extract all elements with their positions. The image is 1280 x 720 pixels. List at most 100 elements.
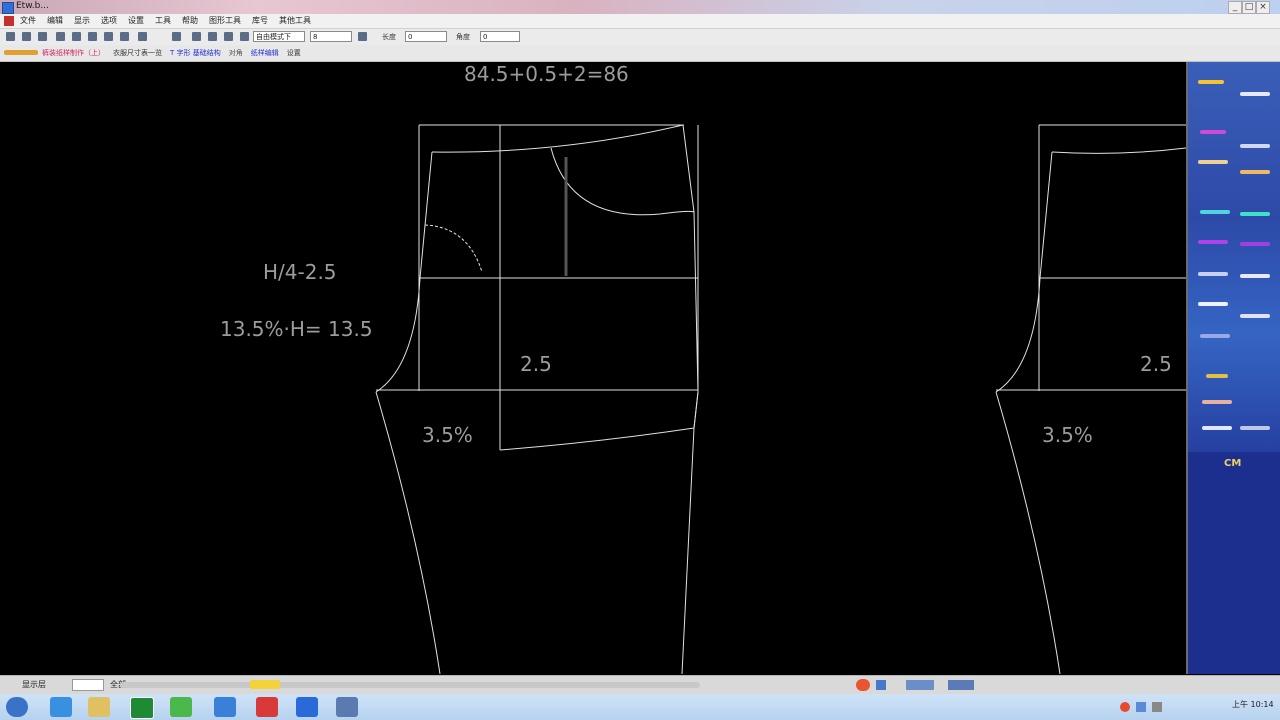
toolbar: 自由模式下 8 长度 0 角度 0 xyxy=(0,29,1280,46)
move-icon[interactable] xyxy=(192,32,201,41)
line-icon[interactable] xyxy=(208,32,217,41)
layer-label: 显示层 xyxy=(22,680,46,689)
layer-select[interactable] xyxy=(72,679,104,691)
tool-fold[interactable] xyxy=(1240,212,1270,216)
taskbar-folder-icon[interactable] xyxy=(88,697,110,717)
menu-edit[interactable]: 编辑 xyxy=(47,15,63,26)
clock[interactable]: 上午 10:14 xyxy=(1232,699,1274,710)
tool-seam[interactable] xyxy=(1206,374,1228,378)
measure-icon[interactable] xyxy=(240,32,249,41)
horizontal-scrollbar[interactable] xyxy=(120,682,700,688)
menu-settings[interactable]: 设置 xyxy=(128,15,144,26)
tool-offset[interactable] xyxy=(1198,272,1228,276)
tool-grain[interactable] xyxy=(1200,334,1230,338)
scroll-thumb[interactable] xyxy=(250,680,280,689)
width-input[interactable]: 0 xyxy=(405,31,447,42)
drawing-canvas[interactable]: 84.5+0.5+2=86 H/4-2.5 13.5%·H= 13.5 2.5 … xyxy=(0,62,1186,674)
pan-icon[interactable] xyxy=(104,32,113,41)
tool-rotate[interactable] xyxy=(1198,240,1228,244)
menu-file[interactable]: 文件 xyxy=(20,15,36,26)
taskbar-green-app-icon[interactable] xyxy=(170,697,192,717)
tab-strip: 裤装纸样制作（上） 衣服尺寸表一览 T 字形 基础结构 对角 纸样编辑 设置 xyxy=(0,45,1280,107)
taskbar-ie-icon[interactable] xyxy=(50,697,72,717)
taskbar-blue-app-icon[interactable] xyxy=(296,697,318,717)
hip-formula-label: H/4-2.5 xyxy=(263,260,337,284)
point-icon[interactable] xyxy=(224,32,233,41)
outseam-right xyxy=(681,391,699,674)
knee-curve xyxy=(499,391,699,451)
tool-rect[interactable] xyxy=(1240,144,1270,148)
dim-35-label: 3.5% xyxy=(422,423,473,447)
zoom-input[interactable]: 8 xyxy=(310,31,352,42)
mode-select[interactable]: 自由模式下 xyxy=(253,31,305,42)
start-icon[interactable] xyxy=(6,697,28,717)
app-icon xyxy=(2,2,14,14)
menu-library[interactable]: 库号 xyxy=(252,15,268,26)
tool-curve[interactable] xyxy=(1240,92,1270,96)
tool-label[interactable] xyxy=(1240,314,1270,318)
unit-label[interactable]: CM xyxy=(1224,458,1241,469)
angle-input[interactable]: 0 xyxy=(480,31,520,42)
maximize-button[interactable]: □ xyxy=(1242,1,1256,14)
taskbar-window-icon[interactable] xyxy=(336,697,358,717)
tab-t-structure[interactable]: T 字形 基础结构 xyxy=(170,48,221,58)
tool-arc[interactable] xyxy=(1200,130,1226,134)
tab-size-table[interactable]: 衣服尺寸表一览 xyxy=(113,48,162,58)
tray-icon[interactable] xyxy=(1120,702,1130,712)
minimize-button[interactable]: _ xyxy=(1228,1,1242,14)
tool-dart[interactable] xyxy=(1240,170,1270,174)
menu-tools[interactable]: 工具 xyxy=(155,15,171,26)
dim-25-label: 2.5 xyxy=(520,352,552,376)
tool-export[interactable] xyxy=(1240,426,1270,430)
tray-network-icon[interactable] xyxy=(1136,702,1146,712)
waist-curve xyxy=(431,124,684,153)
tray-volume-icon[interactable] xyxy=(1152,702,1162,712)
pattern-drawing xyxy=(375,124,1186,674)
menu-list: 文件 编辑 显示 选项 设置 工具 帮助 图形工具 库号 其他工具 xyxy=(20,15,311,26)
save-icon[interactable] xyxy=(38,32,47,41)
menu-help[interactable]: 帮助 xyxy=(182,15,198,26)
zoom-fit-icon[interactable] xyxy=(88,32,97,41)
taskbar-browser-icon[interactable] xyxy=(214,697,236,717)
ime-tools-icon[interactable] xyxy=(906,680,934,690)
taskbar-red-app-icon[interactable] xyxy=(256,697,278,717)
ime-icon[interactable] xyxy=(856,679,870,691)
undo-icon[interactable] xyxy=(138,32,147,41)
tab-pattern-edit[interactable]: 纸样编辑 xyxy=(251,48,279,58)
tool-pleat[interactable] xyxy=(1200,210,1230,214)
tab-diagonal[interactable]: 对角 xyxy=(229,48,243,58)
snap-icon[interactable] xyxy=(358,32,367,41)
menu-other-tools[interactable]: 其他工具 xyxy=(279,15,311,26)
select-icon[interactable] xyxy=(172,32,181,41)
menu-options[interactable]: 选项 xyxy=(101,15,117,26)
tab-list: 裤装纸样制作（上） 衣服尺寸表一览 T 字形 基础结构 对角 纸样编辑 设置 xyxy=(42,48,301,58)
tool-split[interactable] xyxy=(1240,274,1270,278)
tool-grade[interactable] xyxy=(1202,426,1232,430)
tab-settings[interactable]: 设置 xyxy=(287,48,301,58)
zoom-out-icon[interactable] xyxy=(72,32,81,41)
waist-curve-2 xyxy=(1051,147,1186,154)
ime-settings-icon[interactable] xyxy=(948,680,974,690)
tool-mirror[interactable] xyxy=(1240,242,1270,246)
taskbar: 上午 10:14 xyxy=(0,694,1280,720)
tool-line[interactable] xyxy=(1198,80,1224,84)
menu-graphic-tools[interactable]: 图形工具 xyxy=(209,15,241,26)
tool-measure[interactable] xyxy=(1198,160,1228,164)
system-menu-icon[interactable] xyxy=(4,16,14,26)
zoom-window-icon[interactable] xyxy=(120,32,129,41)
formula-top-label: 84.5+0.5+2=86 xyxy=(464,62,629,86)
front-side-seam xyxy=(682,124,699,393)
new-file-icon[interactable] xyxy=(6,32,15,41)
pencil-icon xyxy=(4,50,38,55)
pocket-curve xyxy=(550,147,695,216)
open-icon[interactable] xyxy=(22,32,31,41)
taskbar-cad-app-icon[interactable] xyxy=(130,697,154,719)
tab-pants-pattern[interactable]: 裤装纸样制作（上） xyxy=(42,48,105,58)
close-button[interactable]: × xyxy=(1256,1,1270,14)
menu-view[interactable]: 显示 xyxy=(74,15,90,26)
tool-cut[interactable] xyxy=(1202,400,1232,404)
ime-mode-icon[interactable] xyxy=(876,680,886,690)
crotch-curve-2 xyxy=(995,277,1041,393)
tool-notch[interactable] xyxy=(1198,302,1228,306)
zoom-in-icon[interactable] xyxy=(56,32,65,41)
